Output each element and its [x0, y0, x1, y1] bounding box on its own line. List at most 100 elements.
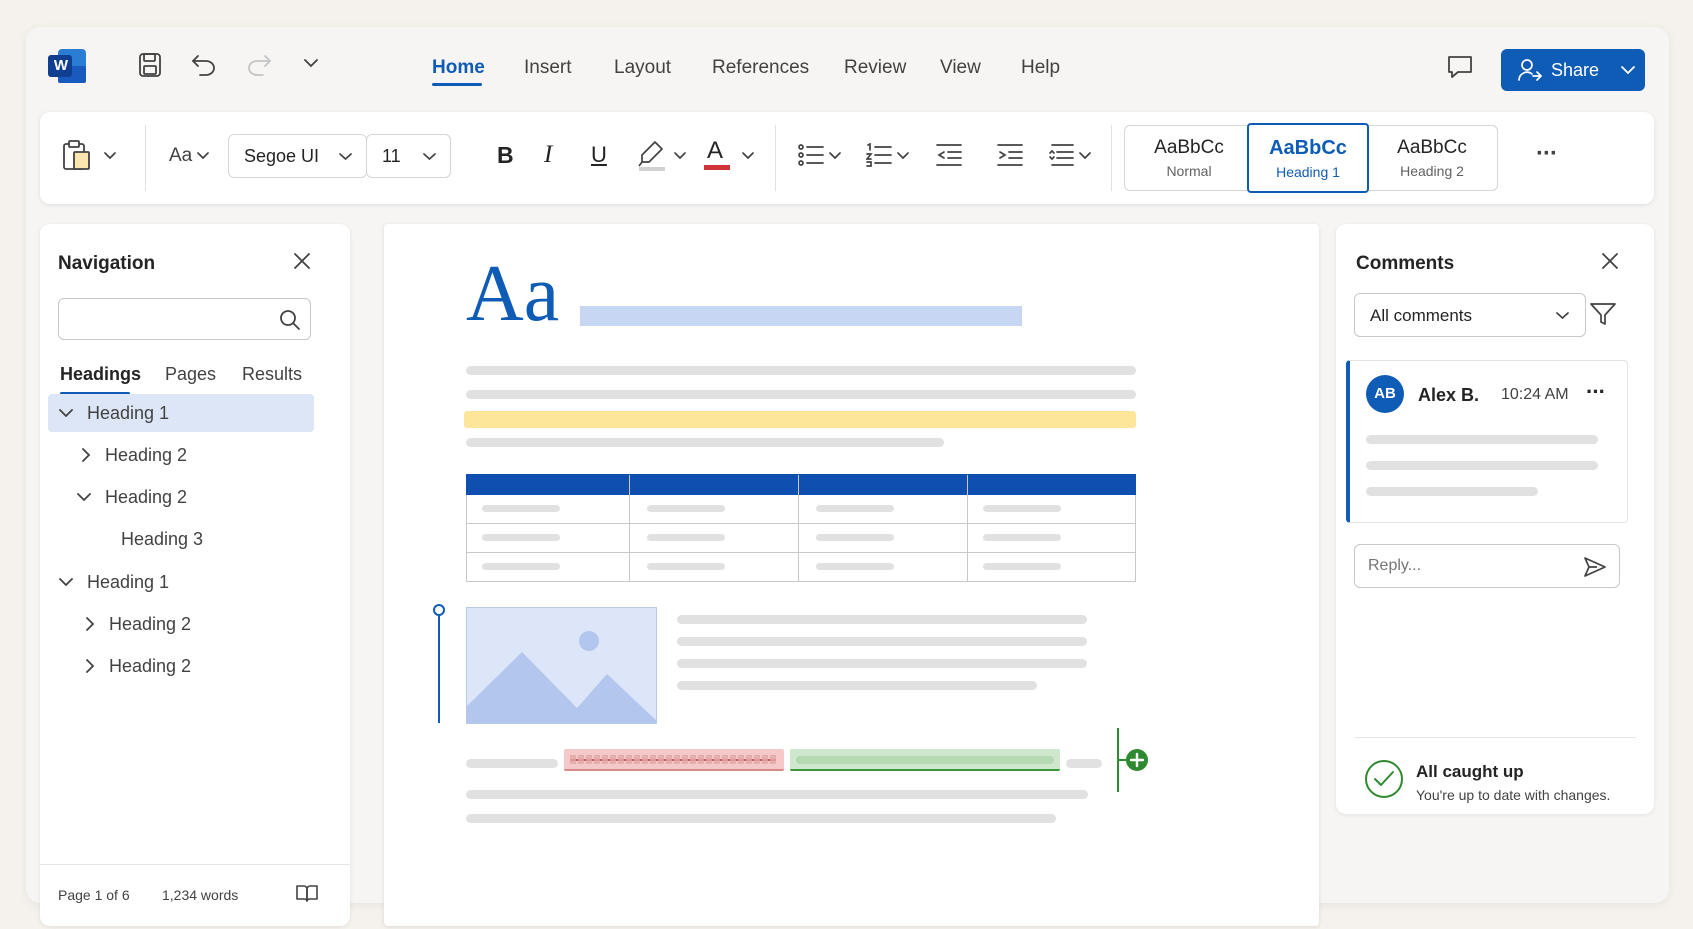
style-heading-1[interactable]: AaBbCc Heading 1: [1247, 123, 1369, 193]
save-icon[interactable]: [138, 52, 162, 78]
word-logo[interactable]: W: [48, 49, 86, 83]
italic-button[interactable]: I: [544, 141, 552, 169]
comment-more-button[interactable]: ···: [1586, 379, 1606, 405]
word-window: W Home Insert Layout References Review V…: [26, 27, 1669, 926]
style-normal[interactable]: AaBbCc Normal: [1128, 125, 1250, 191]
highlighter-icon[interactable]: [638, 139, 666, 173]
chevron-down-icon[interactable]: [77, 490, 91, 504]
navigation-pane: Navigation Headings Pages Results Headin…: [40, 224, 350, 926]
paste-chevron-down-icon[interactable]: [104, 152, 116, 160]
comment-card[interactable]: AB Alex B. 10:24 AM ···: [1346, 360, 1628, 523]
text-line: [677, 615, 1087, 624]
tab-home[interactable]: Home: [432, 57, 485, 79]
nav-heading-label: Heading 2: [109, 614, 192, 634]
increase-indent-icon[interactable]: [997, 143, 1023, 167]
navigation-close-icon[interactable]: [293, 252, 311, 270]
caught-up-check-icon: [1364, 759, 1404, 799]
share-chevron-down-icon[interactable]: [1621, 66, 1635, 75]
more-options-button[interactable]: ···: [1536, 140, 1558, 168]
navigation-search-input[interactable]: [67, 305, 267, 333]
reply-input[interactable]: [1368, 553, 1578, 579]
insertion-caret-handle[interactable]: [433, 604, 445, 616]
numbering-icon[interactable]: [866, 143, 892, 167]
undo-icon[interactable]: [191, 53, 217, 77]
nav-tab-headings[interactable]: Headings: [60, 364, 141, 385]
table-column-divider: [629, 475, 630, 581]
comments-close-icon[interactable]: [1601, 252, 1619, 270]
underline-button[interactable]: U: [591, 142, 607, 168]
change-case-button[interactable]: Aa: [169, 145, 192, 167]
insertion-caret-line: [438, 613, 440, 723]
search-icon[interactable]: [279, 309, 301, 331]
redo-icon[interactable]: [246, 53, 272, 77]
line-spacing-icon[interactable]: [1048, 143, 1074, 167]
style-normal-name: Normal: [1166, 163, 1212, 179]
change-case-chevron-down-icon[interactable]: [197, 152, 209, 160]
line-spacing-chevron-down-icon[interactable]: [1079, 152, 1091, 160]
highlighter-chevron-down-icon[interactable]: [674, 152, 686, 160]
comments-title: Comments: [1356, 253, 1455, 274]
share-label: Share: [1551, 60, 1600, 80]
comment-time: 10:24 AM: [1501, 386, 1569, 403]
paste-icon[interactable]: [62, 139, 92, 171]
tracked-insertion[interactable]: [790, 749, 1060, 771]
share-button[interactable]: Share: [1501, 49, 1645, 91]
font-name-select[interactable]: Segoe UI: [228, 134, 367, 178]
text-line: [466, 759, 558, 768]
font-color-button[interactable]: A: [704, 137, 732, 173]
nav-heading-item[interactable]: Heading 2: [48, 478, 314, 516]
numbering-chevron-down-icon[interactable]: [897, 152, 909, 160]
style-heading-2[interactable]: AaBbCc Heading 2: [1371, 125, 1493, 191]
chevron-down-icon[interactable]: [59, 575, 73, 589]
text-line: [466, 366, 1136, 375]
filter-funnel-icon[interactable]: [1590, 302, 1616, 326]
bullets-icon[interactable]: [798, 143, 824, 167]
comments-filter-select[interactable]: All comments: [1354, 293, 1586, 337]
font-color-chevron-down-icon[interactable]: [742, 152, 754, 160]
comment-text-line: [1366, 435, 1598, 444]
chevron-right-icon[interactable]: [79, 448, 93, 462]
comments-icon[interactable]: [1446, 54, 1474, 80]
font-size-value: 11: [382, 146, 401, 166]
customize-toolbar-chevron-down-icon[interactable]: [304, 59, 318, 68]
tab-insert[interactable]: Insert: [524, 57, 572, 79]
tab-view[interactable]: View: [940, 57, 981, 79]
send-icon[interactable]: [1583, 556, 1607, 578]
nav-heading-item[interactable]: Heading 2: [48, 647, 314, 685]
read-mode-book-icon[interactable]: [296, 884, 318, 902]
document-table[interactable]: [466, 474, 1136, 582]
font-size-select[interactable]: 11: [366, 134, 451, 178]
chevron-right-icon[interactable]: [83, 659, 97, 673]
nav-heading-item[interactable]: Heading 2: [48, 605, 314, 643]
bold-button[interactable]: B: [497, 142, 514, 169]
tab-layout[interactable]: Layout: [614, 57, 671, 79]
tab-help[interactable]: Help: [1021, 57, 1060, 79]
table-cell-placeholder: [816, 534, 894, 541]
table-cell-placeholder: [816, 563, 894, 570]
nav-heading-item[interactable]: Heading 1: [48, 394, 314, 432]
text-line: [1066, 759, 1102, 768]
nav-tab-pages[interactable]: Pages: [165, 364, 216, 385]
nav-heading-item[interactable]: Heading 1: [48, 563, 314, 601]
add-change-plus-icon[interactable]: [1126, 749, 1148, 771]
ribbon-divider: [775, 125, 776, 191]
caught-up-title: All caught up: [1416, 762, 1524, 781]
nav-heading-label: Heading 2: [109, 656, 192, 676]
comments-filter-value: All comments: [1370, 306, 1473, 325]
share-person-icon: [1518, 59, 1543, 81]
image-placeholder[interactable]: [466, 607, 657, 724]
decrease-indent-icon[interactable]: [936, 143, 962, 167]
tab-references[interactable]: References: [712, 57, 809, 79]
tab-review[interactable]: Review: [844, 57, 906, 79]
nav-heading-item[interactable]: Heading 2: [48, 436, 314, 474]
table-cell-placeholder: [482, 534, 560, 541]
chevron-down-icon[interactable]: [59, 406, 73, 420]
chevron-right-icon[interactable]: [83, 617, 97, 631]
nav-heading-label: Heading 2: [105, 487, 188, 507]
tracked-deletion[interactable]: [564, 749, 784, 771]
nav-tab-results[interactable]: Results: [242, 364, 302, 385]
document-page[interactable]: Aa: [384, 224, 1319, 926]
bullets-chevron-down-icon[interactable]: [829, 152, 841, 160]
nav-heading-item[interactable]: Heading 3: [48, 520, 314, 558]
inserted-text-line: [796, 756, 1054, 764]
